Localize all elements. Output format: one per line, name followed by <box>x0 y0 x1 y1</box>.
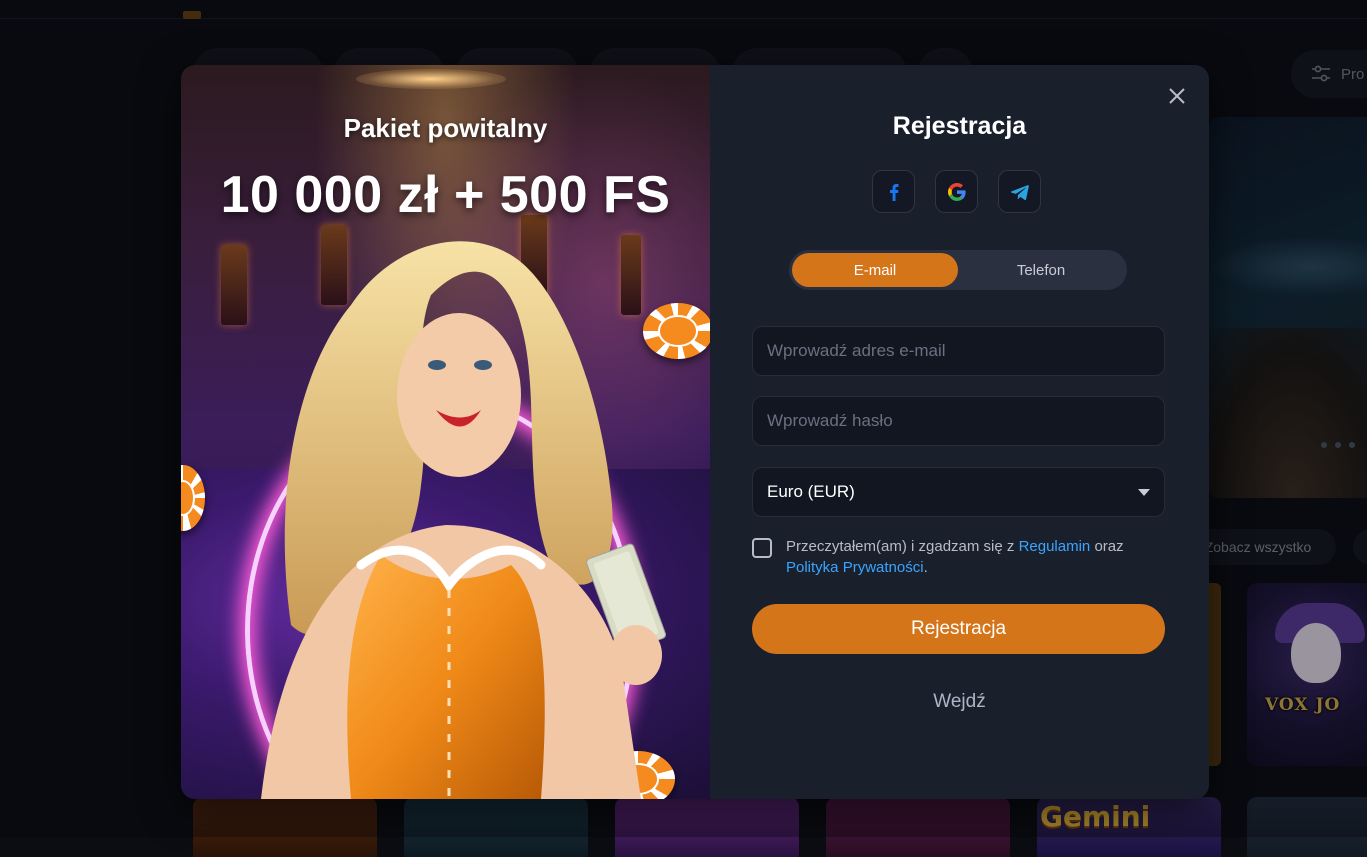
registration-modal: Pakiet powitalny 10 000 zł + 500 FS Reje… <box>181 65 1209 799</box>
close-icon[interactable] <box>1165 84 1189 108</box>
tab-email[interactable]: E-mail <box>792 253 958 287</box>
promo-bonus-title: 10 000 zł + 500 FS <box>220 166 671 224</box>
form-title: Rejestracja <box>892 112 1027 140</box>
terms-prefix: Przeczytałem(am) i zgadzam się z <box>786 538 1019 555</box>
telegram-login-button[interactable] <box>998 170 1041 213</box>
signup-method-tabs: E-mail Telefon <box>789 250 1127 290</box>
terms-middle: oraz <box>1090 538 1124 555</box>
email-input[interactable] <box>767 341 1150 361</box>
telegram-icon <box>1010 184 1029 200</box>
privacy-policy-link[interactable]: Polityka Prywatności <box>786 559 924 576</box>
currency-select[interactable]: Euro (EUR) <box>752 467 1165 517</box>
registration-form: Rejestracja E-mail Telefon Wprowadź adre… <box>710 65 1209 799</box>
terms-agreement: Przeczytałem(am) i zgadzam się z Regulam… <box>752 536 1165 578</box>
login-link[interactable]: Wejdź <box>710 691 1209 713</box>
currency-value: Euro (EUR) <box>767 482 855 501</box>
google-icon <box>947 182 966 201</box>
terms-text: Przeczytałem(am) i zgadzam się z Regulam… <box>786 536 1165 578</box>
register-button[interactable]: Rejestracja <box>752 604 1165 654</box>
facebook-icon <box>889 183 898 201</box>
promo-subtitle: Pakiet powitalny <box>343 113 548 143</box>
promo-panel: Pakiet powitalny 10 000 zł + 500 FS <box>181 65 710 799</box>
caret-down-icon <box>1138 488 1150 496</box>
terms-link[interactable]: Regulamin <box>1019 538 1091 555</box>
facebook-login-button[interactable] <box>872 170 915 213</box>
email-field[interactable] <box>752 326 1165 376</box>
terms-suffix: . <box>923 559 928 576</box>
password-field[interactable] <box>752 396 1165 446</box>
tab-phone[interactable]: Telefon <box>958 253 1124 287</box>
terms-checkbox[interactable] <box>752 538 772 558</box>
google-login-button[interactable] <box>935 170 978 213</box>
password-input[interactable] <box>767 411 1150 431</box>
social-login-group <box>872 170 1041 213</box>
